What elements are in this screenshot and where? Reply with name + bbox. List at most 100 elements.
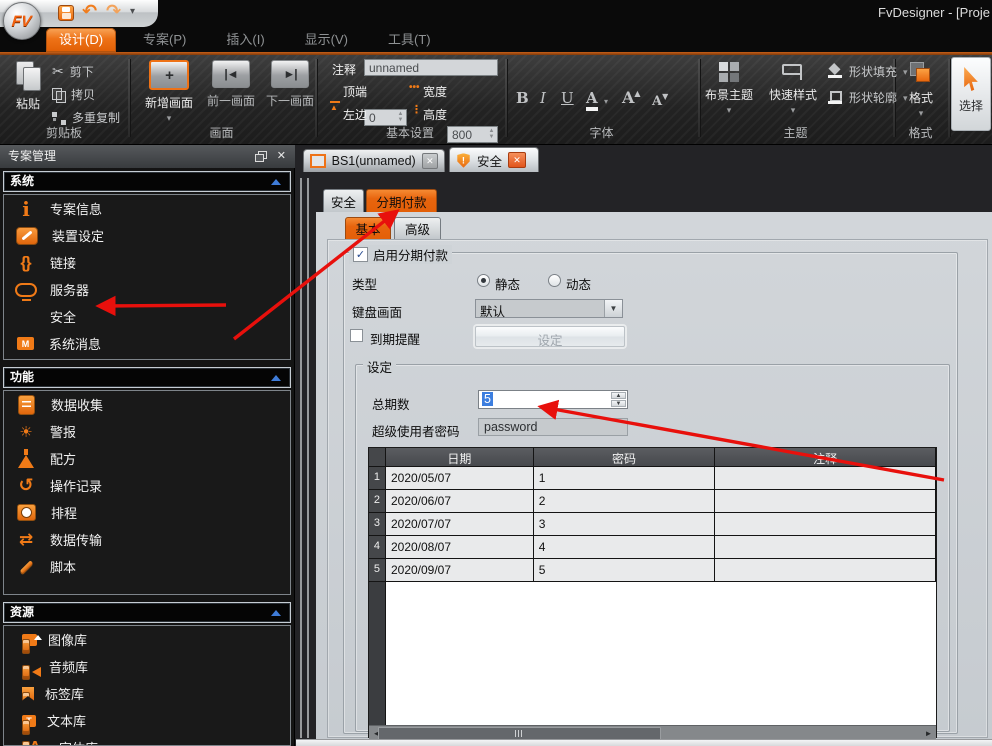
table-cell[interactable]: 2020/05/07 [386,467,534,490]
font-color-button[interactable]: A [586,89,598,111]
sidebar-item-project-info[interactable]: 专案信息 [4,195,290,222]
tab-security[interactable]: 安全 [323,189,364,212]
radio-static[interactable] [477,274,490,287]
sidebar-item-audio-library[interactable]: 音频库 [4,653,290,680]
scene-theme-button[interactable]: 布景主题 ▾ [700,62,758,113]
tab-advanced[interactable]: 高级 [394,217,441,239]
doc-tab-bs1[interactable]: BS1(unnamed) ✕ [303,149,445,172]
table-cell[interactable]: 2020/09/07 [386,559,534,582]
comment-field[interactable]: unnamed [364,59,498,76]
close-tab-icon[interactable]: ✕ [422,153,438,169]
scroll-right-icon[interactable]: ► [921,726,936,740]
table-cell[interactable] [715,536,936,559]
splitter-handle[interactable] [300,178,302,738]
close-tab-icon[interactable]: ✕ [508,152,526,168]
sidebar-item-schedule[interactable]: 排程 [4,499,290,526]
bold-button[interactable]: B [516,89,529,107]
quick-style-button[interactable]: 快速样式 ▾ [760,62,826,113]
table-row[interactable]: 12020/05/071 [369,467,936,490]
tab-basic[interactable]: 基本 [345,217,391,239]
italic-button[interactable]: I [540,89,546,107]
sidebar-item-script[interactable]: 脚本 [4,553,290,580]
paste-button[interactable]: 粘贴 [6,61,50,112]
ribbon-tab-design[interactable]: 设计(D) [46,28,116,52]
table-cell[interactable]: 2 [534,490,716,513]
qat-more-icon[interactable]: ▾ [130,6,135,17]
table-cell[interactable] [715,490,936,513]
operation-log-icon [13,474,39,498]
table-row[interactable]: 22020/06/072 [369,490,936,513]
float-panel-icon[interactable] [255,151,266,161]
sidebar-item-label: 装置设定 [52,226,104,245]
sidebar-item-device-settings[interactable]: 装置设定 [4,222,290,249]
format-button[interactable]: 格式 ▾ [898,61,944,116]
sidebar-item-font-library[interactable]: 字体库 [4,734,290,746]
ribbon-tab-project[interactable]: 专案(P) [130,28,199,52]
prev-screen-button[interactable]: |◄ 前一画面 [203,60,259,109]
table-cell[interactable]: 2020/07/07 [386,513,534,536]
table-cell[interactable]: 4 [534,536,716,559]
next-screen-button[interactable]: ►| 下一画面 [262,60,318,109]
chevron-down-icon[interactable]: ▾ [604,97,608,106]
sidebar-item-operation-log[interactable]: 操作记录 [4,472,290,499]
table-cell[interactable]: 2020/08/07 [386,536,534,559]
sidebar-section-function[interactable]: 功能 [3,367,291,388]
table-cell[interactable]: 2020/06/07 [386,490,534,513]
table-cell[interactable] [715,513,936,536]
table-cell[interactable] [715,467,936,490]
sidebar-item-data-transfer[interactable]: 数据传输 [4,526,290,553]
save-icon[interactable] [58,5,74,21]
total-periods-spinner[interactable]: 5 ▲▼ [478,390,628,409]
table-row[interactable]: 42020/08/074 [369,536,936,559]
ribbon-tab-insert[interactable]: 插入(I) [213,28,277,52]
shape-fill-button[interactable]: 形状填充 ▾ [828,63,908,80]
doc-tab-security[interactable]: 安全 ✕ [449,147,539,172]
sidebar-item-image-library[interactable]: 图像库 [4,626,290,653]
function-item-list: 数据收集警报配方操作记录排程数据传输脚本 [3,390,291,595]
reminder-set-button[interactable]: 设定 [475,326,625,347]
redo-icon[interactable]: ↷ [106,1,121,22]
sidebar-item-security[interactable]: 安全 [4,303,290,330]
select-tool-button[interactable]: 选择 [951,57,991,131]
due-reminder-checkbox[interactable] [350,329,363,342]
underline-button[interactable]: U [561,89,574,107]
sidebar-item-text-library[interactable]: 文本库 [4,707,290,734]
sidebar-item-alarm[interactable]: 警报 [4,418,290,445]
shrink-font-button[interactable]: A▼ [652,91,668,109]
sidebar-item-system-message[interactable]: 系统消息 [4,330,290,357]
sidebar-item-recipe[interactable]: 配方 [4,445,290,472]
table-horizontal-scrollbar[interactable]: ◄ ► [369,725,936,740]
grow-font-button[interactable]: A▲ [622,88,641,107]
sidebar-section-resource[interactable]: 资源 [3,602,291,623]
ribbon-tab-tools[interactable]: 工具(T) [375,28,444,52]
undo-icon[interactable]: ↶ [82,1,97,22]
copy-button[interactable]: 拷贝 [52,86,95,103]
table-row[interactable]: 32020/07/073 [369,513,936,536]
table-cell[interactable]: 5 [534,559,716,582]
sidebar-item-tag-library[interactable]: 标签库 [4,680,290,707]
splitter-handle[interactable] [307,178,309,738]
app-logo[interactable]: FV [3,2,41,40]
table-cell[interactable]: 1 [534,467,716,490]
cut-button[interactable]: ✂ 剪下 [52,63,94,80]
sidebar-item-data-collection[interactable]: 数据收集 [4,391,290,418]
sidebar-section-system[interactable]: 系统 [3,171,291,192]
enable-installment-checkbox[interactable]: ✓ [353,247,368,262]
keyboard-screen-select[interactable]: 默认▼ [475,299,623,318]
font-library-icon [22,736,48,746]
super-password-field[interactable]: password [478,418,628,436]
shape-outline-button[interactable]: 形状轮廓 ▾ [828,89,908,106]
table-cell[interactable] [715,559,936,582]
sidebar-item-server[interactable]: 服务器 [4,276,290,303]
sidebar-item-link[interactable]: 链接 [4,249,290,276]
table-row[interactable]: 52020/09/075 [369,559,936,582]
tab-installment[interactable]: 分期付款 [366,189,437,212]
scene-theme-label: 布景主题 [705,86,753,103]
spinner-buttons[interactable]: ▲▼ [611,392,626,407]
radio-dynamic[interactable] [548,274,561,287]
ribbon-tab-view[interactable]: 显示(V) [292,28,361,52]
new-screen-button[interactable]: + 新增画面 ▾ [138,60,200,121]
table-cell[interactable]: 3 [534,513,716,536]
close-panel-icon[interactable]: ✕ [277,149,286,162]
chevron-down-icon[interactable]: ▼ [604,300,622,317]
